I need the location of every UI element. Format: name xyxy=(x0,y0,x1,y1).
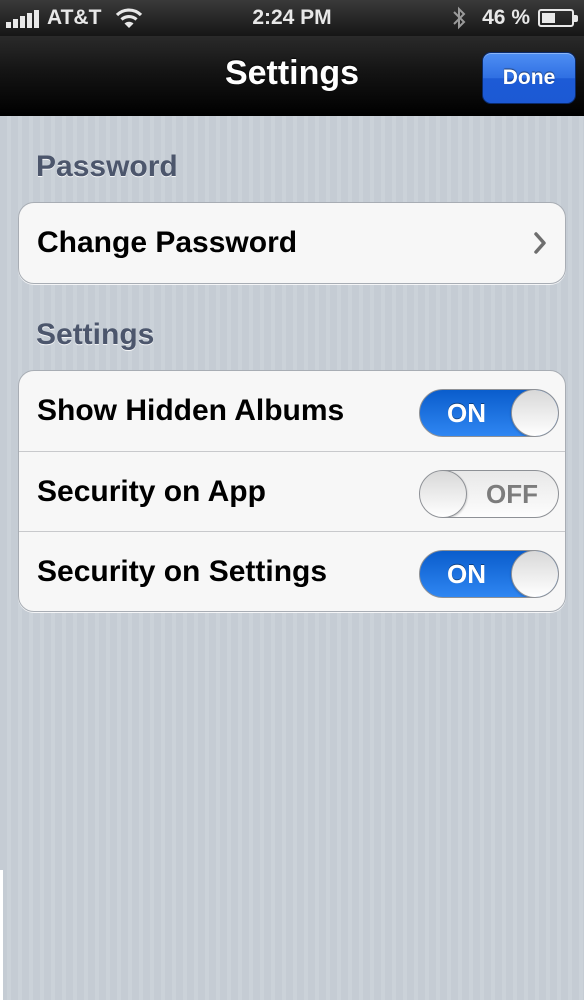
toggle-state-text: OFF xyxy=(486,479,538,509)
security-on-app-row: Security on App OFF xyxy=(19,451,565,531)
battery-percentage: 46 % xyxy=(482,6,530,29)
toggle-knob xyxy=(511,551,558,597)
security-on-settings-label: Security on Settings xyxy=(37,554,328,588)
toggle-knob xyxy=(511,390,558,436)
toggle-state-text: ON xyxy=(447,398,486,428)
done-button[interactable]: Done xyxy=(482,52,576,104)
bluetooth-icon xyxy=(453,6,466,30)
security-on-app-label: Security on App xyxy=(37,474,266,508)
status-bar: AT&T 2:24 PM 46 % xyxy=(0,0,584,36)
battery-fill xyxy=(542,13,555,23)
battery-icon xyxy=(538,9,578,27)
show-hidden-albums-label: Show Hidden Albums xyxy=(37,394,345,427)
show-hidden-albums-toggle[interactable]: ON xyxy=(419,389,559,437)
change-password-label: Change Password xyxy=(37,226,298,259)
navigation-bar: Settings Done xyxy=(0,36,584,116)
password-group: Change Password xyxy=(18,202,566,284)
security-on-settings-row: Security on Settings ON xyxy=(19,531,565,611)
security-on-settings-toggle[interactable]: ON xyxy=(419,550,559,598)
settings-group: Show Hidden Albums ON Security on App OF… xyxy=(18,370,566,612)
status-right: 46 % xyxy=(452,6,578,30)
toggle-knob xyxy=(420,471,467,517)
section-header-password: Password xyxy=(36,150,178,183)
section-header-settings: Settings xyxy=(36,318,155,351)
screen-edge xyxy=(0,870,3,1000)
chevron-right-icon xyxy=(534,232,546,254)
toggle-state-text: ON xyxy=(447,559,486,589)
change-password-row[interactable]: Change Password xyxy=(19,203,565,283)
security-on-app-toggle[interactable]: OFF xyxy=(419,470,559,518)
show-hidden-albums-row: Show Hidden Albums ON xyxy=(19,371,565,451)
